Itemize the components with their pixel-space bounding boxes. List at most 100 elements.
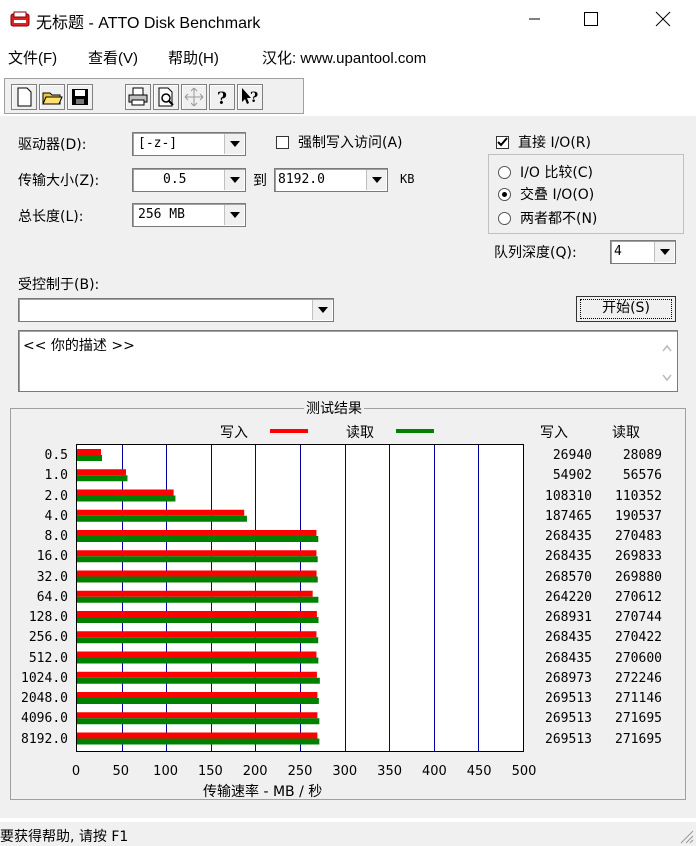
write-value: 187465: [545, 508, 592, 524]
drive-select[interactable]: [-z-]: [132, 132, 246, 156]
question-mark-icon: ?: [217, 89, 227, 109]
total-length-value: 256 MB: [138, 207, 185, 222]
row-label: 256.0: [28, 630, 68, 646]
io-neither-radio[interactable]: [498, 212, 511, 229]
write-value: 268435: [545, 529, 592, 544]
row-label: 512.0: [28, 650, 68, 666]
direct-io-checkbox[interactable]: [496, 136, 509, 153]
svg-text:?: ?: [250, 90, 258, 106]
write-bar: [77, 712, 318, 719]
description-textarea[interactable]: << 你的描述 >>: [18, 330, 678, 392]
queue-depth-select[interactable]: 4: [610, 240, 676, 264]
row-label: 32.0: [36, 569, 68, 585]
transfer-size-label: 传输大小(Z):: [18, 173, 100, 189]
chevron-down-icon[interactable]: [654, 242, 674, 262]
write-value: 264220: [545, 589, 592, 605]
checkbox-box[interactable]: [276, 136, 289, 149]
transfer-to-value: 8192.0: [278, 172, 325, 187]
open-button[interactable]: [39, 84, 65, 110]
close-button[interactable]: [640, 0, 686, 38]
print-preview-icon: [158, 87, 174, 107]
write-value: 108310: [545, 488, 592, 504]
chevron-down-icon[interactable]: [224, 134, 244, 154]
menu-file[interactable]: 文件(F): [8, 47, 57, 68]
radio-button[interactable]: [498, 166, 511, 179]
read-bar: [77, 596, 319, 603]
column-header-write: 写入: [540, 425, 568, 441]
write-value: 269513: [545, 731, 592, 747]
x-tick-label: 500: [511, 764, 537, 779]
chevron-down-icon[interactable]: [224, 205, 244, 225]
read-bar: [77, 657, 319, 664]
x-tick-label: 300: [332, 764, 358, 779]
read-bar: [77, 495, 176, 502]
title-bar[interactable]: 无标题 - ATTO Disk Benchmark: [0, 0, 696, 38]
maximize-button[interactable]: [568, 0, 614, 38]
total-length-label: 总长度(L):: [18, 209, 84, 225]
read-value: 271695: [615, 711, 662, 727]
io-overlap-radio[interactable]: [498, 188, 511, 205]
radio-button-selected[interactable]: [498, 188, 511, 201]
read-value: 270422: [615, 630, 662, 646]
io-compare-radio[interactable]: [498, 166, 511, 183]
row-label: 128.0: [28, 610, 68, 625]
io-compare-label: I/O 比较(C): [520, 165, 594, 181]
x-axis-label: 传输速率 - MB / 秒: [203, 784, 323, 800]
controlled-by-select[interactable]: [18, 298, 334, 322]
force-write-checkbox[interactable]: [276, 136, 289, 153]
write-value: 269513: [545, 691, 592, 706]
row-label: 1.0: [44, 468, 68, 484]
chart-plot-area: [76, 444, 524, 752]
checkbox-checked[interactable]: [496, 136, 509, 149]
menu-localization[interactable]: 汉化: www.upantool.com: [262, 47, 426, 68]
read-bar: [77, 515, 247, 522]
read-value: 270483: [615, 529, 662, 544]
row-label: 0.5: [44, 448, 68, 463]
minimize-button[interactable]: [512, 0, 558, 38]
radio-button[interactable]: [498, 212, 511, 225]
write-bar: [77, 692, 318, 698]
transfer-unit: KB: [400, 172, 415, 186]
print-button[interactable]: [125, 84, 151, 110]
start-label: 开始(S): [602, 300, 650, 316]
drive-value: [-z-]: [138, 136, 178, 151]
read-bar: [77, 718, 320, 725]
context-help-button[interactable]: ?: [237, 84, 263, 110]
transfer-from-select[interactable]: 0.5: [132, 168, 246, 192]
read-bar: [77, 536, 319, 542]
chevron-down-icon[interactable]: [224, 170, 244, 190]
write-bar: [77, 631, 317, 638]
read-value: 270600: [615, 650, 662, 666]
menu-view[interactable]: 查看(V): [88, 47, 138, 68]
move-arrows-icon: [184, 87, 204, 107]
description-scrollbar[interactable]: [659, 337, 675, 387]
read-value: 271695: [615, 731, 662, 747]
print-preview-button[interactable]: [153, 84, 179, 110]
read-value: 56576: [622, 468, 662, 484]
start-button[interactable]: 开始(S): [576, 296, 676, 322]
x-tick-label: 50: [112, 764, 130, 779]
chevron-down-icon[interactable]: [366, 170, 386, 190]
row-label: 16.0: [36, 549, 68, 565]
column-header-read: 读取: [612, 425, 640, 441]
resize-grip-icon[interactable]: [680, 830, 694, 844]
read-value: 190537: [615, 508, 662, 524]
write-value: 269513: [545, 711, 592, 727]
chevron-down-icon[interactable]: [312, 300, 332, 320]
new-button[interactable]: [11, 84, 37, 110]
printer-icon: [128, 87, 148, 106]
write-bar: [77, 590, 313, 597]
legend-write-swatch: [270, 429, 308, 433]
read-bar: [77, 738, 320, 745]
x-tick-label: 200: [242, 764, 268, 779]
write-value: 26940: [552, 448, 592, 463]
write-value: 268973: [545, 670, 592, 686]
save-button[interactable]: [67, 84, 93, 110]
write-bar: [77, 469, 126, 476]
read-value: 270744: [615, 610, 662, 625]
menu-help[interactable]: 帮助(H): [168, 47, 219, 68]
total-length-select[interactable]: 256 MB: [132, 203, 246, 227]
about-button[interactable]: ?: [209, 84, 235, 110]
transfer-to-select[interactable]: 8192.0: [274, 168, 388, 192]
bar-chart: [77, 445, 479, 751]
